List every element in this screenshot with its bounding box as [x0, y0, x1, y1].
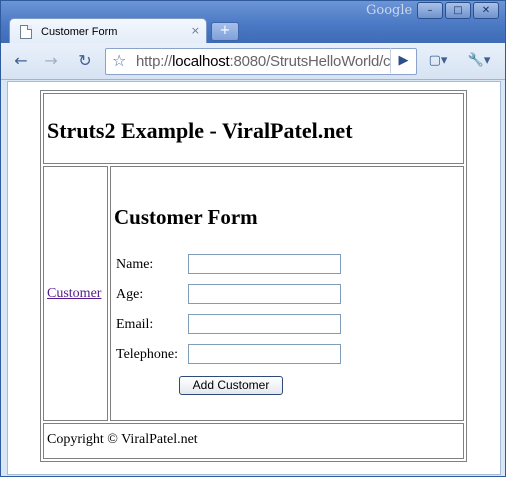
url-prefix: http://	[136, 53, 173, 70]
age-field[interactable]	[188, 284, 341, 304]
browser-brand: Google	[366, 3, 413, 18]
url-text[interactable]: http://localhost:8080/StrutsHelloWorld/c	[136, 53, 391, 70]
add-customer-button[interactable]: Add Customer	[179, 376, 283, 395]
back-icon[interactable]: ←	[9, 51, 33, 71]
name-field[interactable]	[188, 254, 341, 274]
go-icon[interactable]: ▶	[390, 48, 416, 73]
header-cell: Struts2 Example - ViralPatel.net	[43, 93, 464, 164]
page-menu-icon[interactable]: ▢▾	[421, 51, 455, 71]
minimize-button[interactable]: –	[417, 2, 443, 19]
customer-link[interactable]: Customer	[47, 286, 101, 302]
tab-title: Customer Form	[41, 25, 118, 38]
page-viewport: Struts2 Example - ViralPatel.net Custome…	[7, 81, 501, 475]
tab-close-icon[interactable]: ×	[191, 24, 200, 37]
page-icon	[20, 24, 32, 39]
new-tab-button[interactable]: +	[211, 22, 239, 41]
form-title: Customer Form	[114, 205, 258, 229]
footer-cell: Copyright © ViralPatel.net	[43, 423, 464, 459]
close-window-button[interactable]: ✕	[473, 2, 499, 19]
url-path: :8080/StrutsHelloWorld/c	[229, 53, 391, 70]
body-cell: Customer Form Name: Age: Email: Telephon…	[110, 166, 464, 421]
window-controls: – □ ✕	[417, 2, 499, 19]
browser-window: Google – □ ✕ Customer Form × + ← → ↻ ☆ h…	[0, 0, 506, 477]
title-bar: Google – □ ✕ Customer Form × +	[1, 1, 505, 44]
telephone-field[interactable]	[188, 344, 341, 364]
browser-toolbar: ← → ↻ ☆ http://localhost:8080/StrutsHell…	[1, 43, 505, 80]
tab-customer-form[interactable]: Customer Form ×	[9, 18, 207, 44]
address-bar[interactable]: ☆ http://localhost:8080/StrutsHelloWorld…	[105, 48, 417, 75]
email-label: Email:	[116, 317, 154, 332]
site-heading: Struts2 Example - ViralPatel.net	[47, 118, 353, 143]
email-field[interactable]	[188, 314, 341, 334]
url-host: localhost	[172, 53, 230, 70]
wrench-menu-icon[interactable]: 🔧▾	[461, 51, 497, 71]
telephone-label: Telephone:	[116, 347, 178, 362]
copyright-text: Copyright © ViralPatel.net	[47, 432, 198, 447]
reload-icon[interactable]: ↻	[73, 51, 97, 71]
age-label: Age:	[116, 287, 144, 302]
name-label: Name:	[116, 257, 154, 272]
menu-cell: Customer	[43, 166, 108, 421]
layout-table: Struts2 Example - ViralPatel.net Custome…	[40, 90, 467, 462]
maximize-button[interactable]: □	[445, 2, 471, 19]
bookmark-star-icon[interactable]: ☆	[112, 51, 126, 70]
forward-icon[interactable]: →	[39, 51, 63, 71]
